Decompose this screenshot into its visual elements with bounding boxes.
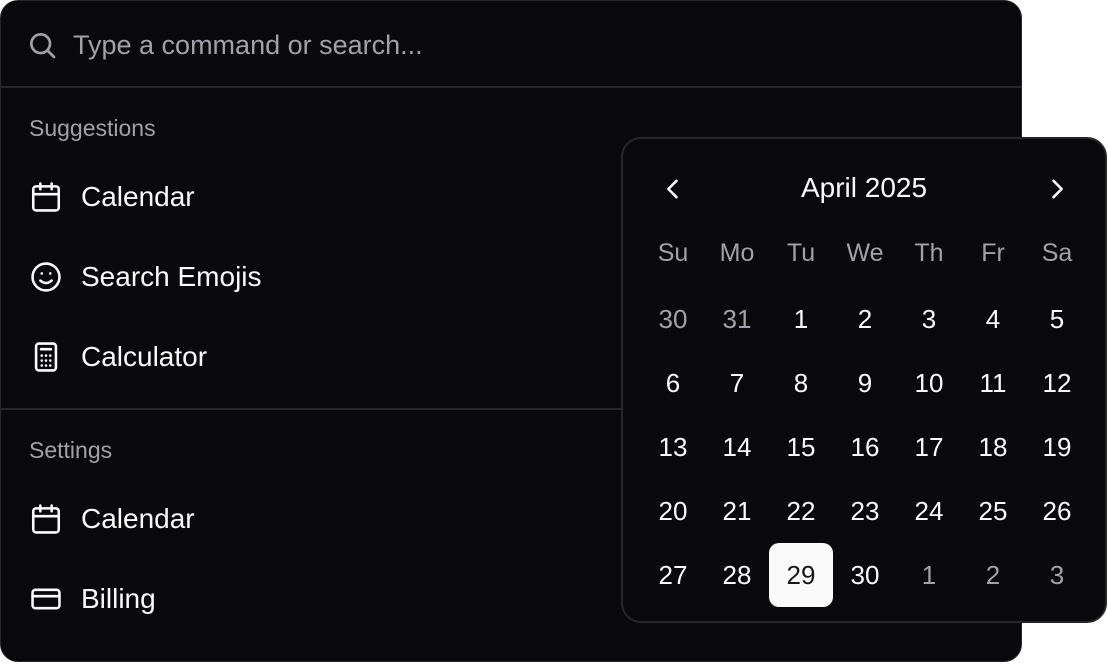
weekday-header: Tu (786, 239, 816, 267)
calendar-day[interactable]: 25 (961, 479, 1025, 543)
calendar-day[interactable]: 2 (833, 287, 897, 351)
calendar-day[interactable]: 15 (769, 415, 833, 479)
group-heading-settings: Settings (29, 437, 113, 463)
date-picker: April 2025 Su Mo Tu We Th Fr Sa 30 31 1 2 3 4… (621, 137, 1107, 623)
item-calculator[interactable]: Calculator (1, 325, 621, 389)
search-bar (1, 1, 1021, 88)
calendar-day[interactable]: 6 (641, 351, 705, 415)
calendar-day[interactable]: 30 (833, 543, 897, 607)
weekday-header: Sa (1041, 239, 1073, 267)
calendar-day[interactable]: 23 (833, 479, 897, 543)
search-icon (30, 33, 56, 59)
calendar-day[interactable]: 3 (897, 287, 961, 351)
item-search-emojis[interactable]: Search Emojis (1, 245, 621, 309)
calendar-day[interactable]: 1 (897, 543, 961, 607)
calendar-day[interactable]: 21 (705, 479, 769, 543)
calendar-day[interactable]: 10 (897, 351, 961, 415)
weekday-header: We (846, 239, 884, 267)
calendar-day[interactable]: 26 (1025, 479, 1089, 543)
item-label: Search Emojis (81, 261, 262, 292)
calendar-day-selected[interactable]: 29 (769, 543, 833, 607)
item-label: Calendar (81, 181, 195, 212)
calendar-day[interactable]: 30 (641, 287, 705, 351)
calendar-day[interactable]: 2 (961, 543, 1025, 607)
item-billing[interactable]: Billing (1, 567, 621, 631)
calendar-day[interactable]: 4 (961, 287, 1025, 351)
calendar-icon (31, 504, 61, 534)
item-settings-calendar[interactable]: Calendar (1, 487, 621, 551)
calculator-icon (34, 342, 58, 372)
smile-icon (31, 262, 61, 292)
calendar-day[interactable]: 1 (769, 287, 833, 351)
weekday-header: Fr (981, 239, 1005, 267)
credit-card-icon (31, 588, 61, 610)
calendar-day[interactable]: 8 (769, 351, 833, 415)
calendar-day[interactable]: 11 (961, 351, 1025, 415)
calendar-day[interactable]: 31 (705, 287, 769, 351)
calendar-day[interactable]: 19 (1025, 415, 1089, 479)
item-label: Billing (81, 583, 156, 614)
weekday-header: Mo (719, 239, 755, 267)
search-input[interactable] (73, 21, 973, 69)
calendar-day[interactable]: 12 (1025, 351, 1089, 415)
calendar-day[interactable]: 7 (705, 351, 769, 415)
calendar-day[interactable]: 24 (897, 479, 961, 543)
calendar-day[interactable]: 13 (641, 415, 705, 479)
calendar-day[interactable]: 28 (705, 543, 769, 607)
calendar-icon (31, 182, 61, 212)
item-label: Calculator (81, 341, 208, 372)
calendar-day[interactable]: 27 (641, 543, 705, 607)
calendar-day[interactable]: 20 (641, 479, 705, 543)
chevron-right-icon (1052, 179, 1063, 199)
calendar-day[interactable]: 9 (833, 351, 897, 415)
calendar-day[interactable]: 22 (769, 479, 833, 543)
calendar-day[interactable]: 14 (705, 415, 769, 479)
next-month-button[interactable] (1037, 169, 1077, 209)
month-title: April 2025 (800, 172, 928, 203)
calendar-day[interactable]: 5 (1025, 287, 1089, 351)
weekday-header: Su (657, 239, 689, 267)
group-heading-suggestions: Suggestions (29, 115, 156, 141)
calendar-day[interactable]: 16 (833, 415, 897, 479)
weekday-header: Th (914, 239, 944, 267)
item-label: Calendar (81, 503, 195, 534)
item-calendar[interactable]: Calendar (1, 165, 621, 229)
calendar-day[interactable]: 17 (897, 415, 961, 479)
calendar-day[interactable]: 18 (961, 415, 1025, 479)
calendar-day[interactable]: 3 (1025, 543, 1089, 607)
